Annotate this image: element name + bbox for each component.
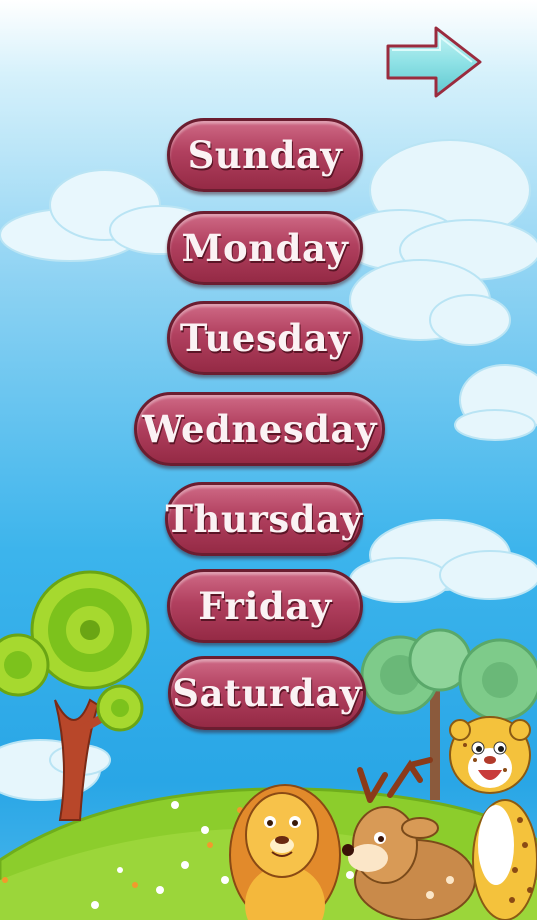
day-button-thursday[interactable]: Thursday <box>165 482 363 556</box>
cloud-bottom-left <box>0 739 111 801</box>
day-button-wednesday[interactable]: Wednesday <box>134 392 385 466</box>
day-label: Friday <box>198 584 332 628</box>
day-label: Tuesday <box>179 316 351 360</box>
day-label: Monday <box>181 226 349 270</box>
next-page-button[interactable] <box>384 24 484 102</box>
lion-character <box>229 784 341 920</box>
day-button-saturday[interactable]: Saturday <box>168 656 366 730</box>
day-button-tuesday[interactable]: Tuesday <box>167 301 363 375</box>
cloud-right-top <box>339 139 537 346</box>
right-arrow-icon <box>386 26 482 98</box>
day-button-monday[interactable]: Monday <box>167 211 363 285</box>
day-label: Saturday <box>172 671 362 715</box>
day-label: Sunday <box>187 133 343 177</box>
day-label: Wednesday <box>141 407 378 451</box>
day-button-friday[interactable]: Friday <box>167 569 363 643</box>
cloud-right-low <box>349 519 537 603</box>
day-label: Thursday <box>165 497 363 541</box>
day-button-sunday[interactable]: Sunday <box>167 118 363 192</box>
game-scene: Sunday Monday Tuesday Wednesday Thursday… <box>0 0 537 920</box>
cloud-right-mid <box>454 364 537 441</box>
